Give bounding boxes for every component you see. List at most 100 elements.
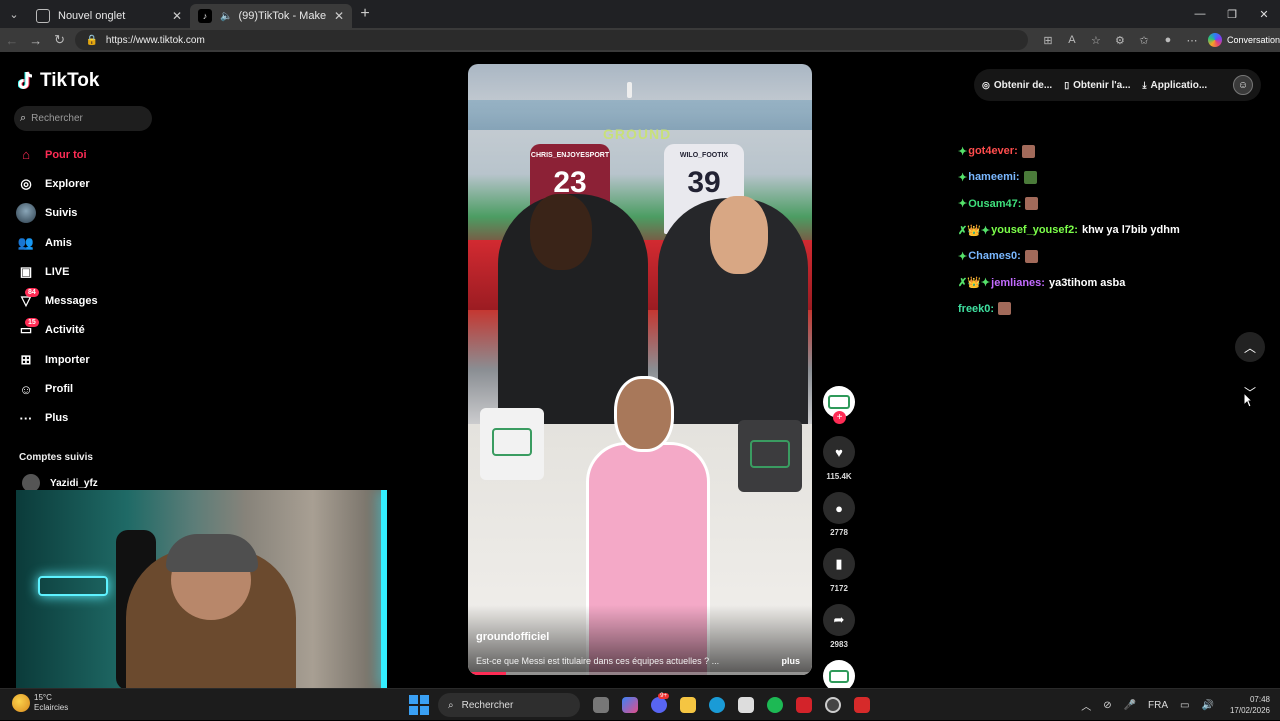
profile-icon[interactable]: ● (1158, 34, 1178, 46)
copilot-button[interactable]: Conversation (1207, 33, 1280, 47)
sidebar-item-activite[interactable]: ▭ 15 Activité (16, 316, 156, 345)
profile-icon: ☺ (19, 381, 33, 397)
chat-message: ✗👑✦ yousef_yousef2: khw ya l7bib ydhm (958, 217, 1258, 243)
like-button[interactable]: ♥ (823, 436, 855, 468)
file-explorer-icon[interactable] (673, 693, 702, 717)
streamer-cap (166, 534, 258, 572)
discord-icon[interactable]: 9+ (644, 693, 673, 717)
mug-right (738, 420, 802, 492)
more-menu-icon[interactable]: ⋯ (1182, 34, 1202, 47)
browser-tab-bar: ⌄ Nouvel onglet ✕ ♪ 🔈 (99)TikTok - Make … (0, 0, 1280, 28)
caption-more-button[interactable]: plus (781, 656, 800, 666)
window-controls: — ❐ ✕ (1184, 0, 1280, 28)
jersey-name: WILO_FOOTIX (679, 152, 729, 159)
task-view-icon[interactable] (586, 693, 615, 717)
restore-icon[interactable]: ❐ (1216, 0, 1248, 28)
minimize-icon[interactable]: — (1184, 0, 1216, 28)
windows-start-icon[interactable] (408, 694, 430, 716)
network-icon[interactable]: ⊘ (1103, 700, 1111, 711)
chevron-up-icon[interactable]: ︿ (1081, 698, 1091, 713)
more-icon: ··· (19, 410, 33, 426)
get-app-button[interactable]: ▯ Obtenir l'a... (1064, 80, 1130, 91)
app-red-icon[interactable] (847, 693, 876, 717)
led-light-strip (381, 490, 387, 688)
site-info-icon[interactable]: 🔒 (85, 35, 97, 46)
messages-badge: 84 (25, 288, 39, 298)
previous-video-button[interactable]: ︿ (1235, 332, 1265, 362)
obs-icon[interactable] (818, 693, 847, 717)
chat-username: yousef_yousef2: (991, 224, 1078, 237)
sidebar-item-importer[interactable]: ⊞ Importer (16, 345, 156, 374)
edge-browser-icon[interactable] (702, 693, 731, 717)
sidebar-item-messages[interactable]: ▽ 84 Messages (16, 286, 156, 315)
tab-title: (99)TikTok - Make Your Day (238, 10, 327, 22)
chat-message: ✦ hameemi: (958, 164, 1258, 190)
tab-new-tab[interactable]: Nouvel onglet ✕ (28, 4, 190, 28)
sidebar-item-label: Importer (45, 353, 90, 366)
weather-widget[interactable]: 15°C Eclaircies (12, 693, 68, 713)
author-avatar[interactable]: + (823, 386, 855, 424)
followed-account-name: Yazidi_yfz (50, 477, 98, 489)
tab-actions-menu[interactable]: ⌄ (0, 0, 28, 28)
share-button[interactable]: ➦ (823, 604, 855, 636)
refresh-icon[interactable]: ↻ (48, 28, 72, 52)
display-icon[interactable]: ▭ (1180, 700, 1189, 711)
favorites-icon[interactable]: ✩ (1134, 34, 1154, 47)
language-indicator[interactable]: FRA (1148, 700, 1168, 711)
tiktok-logo[interactable]: TikTok (18, 70, 99, 92)
favorite-star-icon[interactable]: ☆ (1086, 34, 1106, 47)
mug-left (480, 408, 544, 480)
follow-plus-icon[interactable]: + (833, 411, 846, 424)
translate-icon[interactable]: A (1062, 34, 1082, 46)
forward-icon[interactable]: → (24, 28, 48, 52)
avatar-icon (16, 203, 36, 224)
desktop-app-button[interactable]: ⤓ Applicatio... (1143, 80, 1208, 91)
get-coins-button[interactable]: ◎ Obtenir de... (982, 80, 1052, 91)
volume-icon[interactable]: 🔊 (1202, 700, 1214, 711)
save-button[interactable]: ▮ (823, 548, 855, 580)
copilot-app-icon[interactable] (615, 693, 644, 717)
button-label: Obtenir de... (993, 79, 1053, 91)
sidebar-item-profil[interactable]: ☺ Profil (16, 374, 156, 403)
search-input[interactable]: ⌕ Rechercher (14, 106, 152, 131)
sidebar-item-explorer[interactable]: ◎ Explorer (16, 169, 156, 198)
store-icon[interactable] (731, 693, 760, 717)
taskbar-search[interactable]: ⌕ Rechercher (438, 693, 580, 717)
brand-text: GROUND (603, 126, 672, 142)
tab-tiktok[interactable]: ♪ 🔈 (99)TikTok - Make Your Day ✕ (190, 4, 352, 28)
video-author[interactable]: groundofficiel (476, 631, 549, 643)
close-tab-icon[interactable]: ✕ (334, 9, 344, 23)
sidebar-item-plus[interactable]: ··· Plus (16, 404, 156, 433)
close-tab-icon[interactable]: ✕ (172, 9, 182, 23)
discord-badge: 9+ (658, 693, 669, 699)
back-icon[interactable]: ← (0, 28, 24, 52)
sidebar-item-suivis[interactable]: Suivis (16, 199, 156, 228)
extensions-icon[interactable]: ⚙ (1110, 34, 1130, 47)
chat-emote-icon (1024, 249, 1038, 263)
adobe-icon[interactable] (789, 693, 818, 717)
heart-icon: ♥ (835, 444, 843, 460)
chat-emote-icon (1023, 170, 1037, 184)
app-available-icon[interactable]: ⊞ (1038, 34, 1058, 47)
share-arrow-icon: ➦ (833, 612, 845, 627)
comment-button[interactable]: ● (823, 492, 855, 524)
upload-icon: ⊞ (20, 351, 32, 367)
user-avatar[interactable]: ☺ (1233, 75, 1253, 95)
speaker-icon[interactable]: 🔈 (220, 11, 232, 22)
webcam-overlay (16, 490, 387, 688)
spotify-icon[interactable] (760, 693, 789, 717)
sidebar-item-amis[interactable]: 👥 Amis (16, 228, 156, 257)
url-field[interactable]: 🔒 https://www.tiktok.com (75, 30, 1028, 50)
sidebar-item-live[interactable]: ▣ LIVE (16, 257, 156, 286)
close-window-icon[interactable]: ✕ (1248, 0, 1280, 28)
sidebar-item-pour-toi[interactable]: ⌂ Pour toi (16, 140, 156, 169)
new-tab-button[interactable]: + (352, 5, 378, 23)
video-progress-bar[interactable] (468, 672, 812, 675)
microphone-icon[interactable]: 🎤 (1124, 700, 1136, 711)
sidebar-nav: ⌂ Pour toi ◎ Explorer Suivis 👥 Amis ▣ LI… (16, 140, 156, 433)
copilot-icon (1207, 33, 1222, 47)
clock[interactable]: 07:48 17/02/2026 (1230, 694, 1270, 716)
video-player[interactable]: GROUND CHRIS_ENJOYESPORT 23 WILO_FOOTIX … (468, 64, 812, 675)
url-text: https://www.tiktok.com (105, 34, 205, 46)
weather-condition: Eclaircies (34, 703, 69, 712)
